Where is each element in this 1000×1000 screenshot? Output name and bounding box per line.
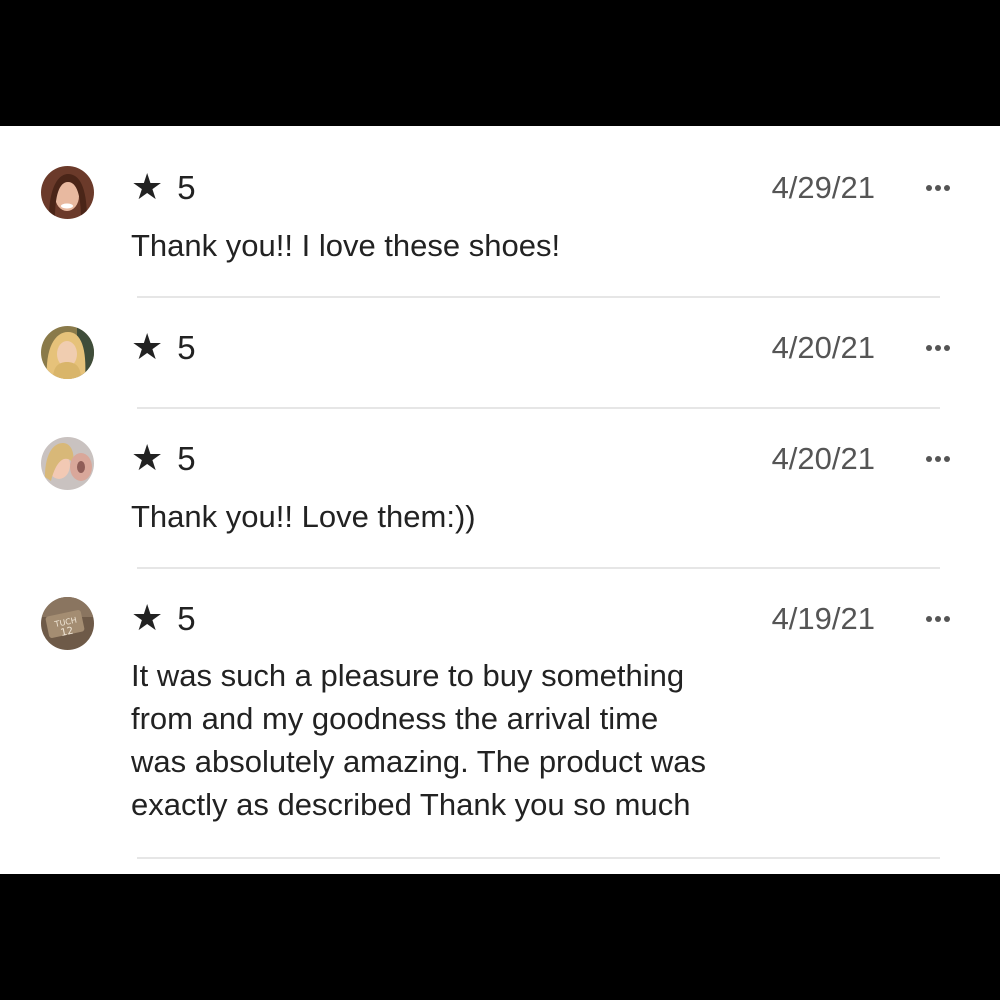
star-icon: ★ bbox=[131, 438, 164, 479]
review-date: 4/19/21 bbox=[771, 601, 875, 636]
star-icon: ★ bbox=[131, 327, 164, 368]
divider bbox=[137, 296, 940, 298]
star-icon: ★ bbox=[131, 167, 164, 208]
reviews-list: ★ 5 4/29/21 Thank you!! I love these sho… bbox=[0, 126, 1000, 874]
reviewer-avatar[interactable] bbox=[41, 166, 94, 219]
divider bbox=[137, 407, 940, 409]
avatar-image bbox=[41, 166, 94, 219]
avatar-image: TUCH 12 bbox=[41, 597, 94, 650]
rating: ★ 5 bbox=[131, 439, 196, 479]
divider bbox=[137, 857, 940, 859]
review-comment: Thank you!! I love these shoes! bbox=[131, 228, 561, 263]
more-options-icon[interactable] bbox=[918, 439, 958, 479]
review-date: 4/29/21 bbox=[771, 170, 875, 205]
rating-value: 5 bbox=[177, 329, 196, 366]
reviewer-avatar[interactable]: TUCH 12 bbox=[41, 597, 94, 650]
review-date: 4/20/21 bbox=[771, 330, 875, 365]
more-options-icon[interactable] bbox=[918, 328, 958, 368]
star-icon: ★ bbox=[131, 598, 164, 639]
more-options-icon[interactable] bbox=[918, 168, 958, 208]
review-comment: It was such a pleasure to buy something … bbox=[131, 658, 706, 822]
review-comment: Thank you!! Love them:)) bbox=[131, 499, 476, 534]
rating: ★ 5 bbox=[131, 328, 196, 368]
divider bbox=[137, 567, 940, 569]
more-options-icon[interactable] bbox=[918, 599, 958, 639]
rating-value: 5 bbox=[177, 440, 196, 477]
avatar-image bbox=[41, 326, 94, 379]
rating: ★ 5 bbox=[131, 168, 196, 208]
rating: ★ 5 bbox=[131, 599, 196, 639]
reviewer-avatar[interactable] bbox=[41, 326, 94, 379]
rating-value: 5 bbox=[177, 600, 196, 637]
reviewer-avatar[interactable] bbox=[41, 437, 94, 490]
rating-value: 5 bbox=[177, 169, 196, 206]
review-date: 4/20/21 bbox=[771, 441, 875, 476]
avatar-image bbox=[41, 437, 94, 490]
